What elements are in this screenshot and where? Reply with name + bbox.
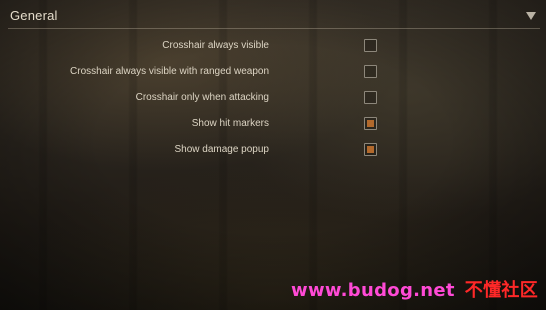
checkbox-crosshair-ranged-weapon[interactable] bbox=[364, 65, 377, 78]
checkbox-show-damage-popup[interactable] bbox=[364, 143, 377, 156]
checkbox-fill bbox=[367, 120, 374, 127]
option-row-crosshair-ranged-weapon: Crosshair always visible with ranged wea… bbox=[0, 62, 546, 84]
option-label: Show damage popup bbox=[174, 144, 269, 155]
option-label: Crosshair always visible with ranged wea… bbox=[70, 66, 269, 77]
option-row-show-hit-markers: Show hit markers bbox=[0, 114, 546, 136]
checkbox-crosshair-always-visible[interactable] bbox=[364, 39, 377, 52]
watermark-site-name: 不懂社区 bbox=[464, 280, 538, 301]
option-row-show-damage-popup: Show damage popup bbox=[0, 140, 546, 162]
section-title: General bbox=[10, 8, 58, 23]
section-header-general[interactable]: General bbox=[8, 4, 540, 29]
watermark: www.budog.net 不懂社区 bbox=[291, 276, 538, 302]
checkbox-fill bbox=[367, 146, 374, 153]
checkbox-show-hit-markers[interactable] bbox=[364, 117, 377, 130]
option-label: Crosshair only when attacking bbox=[135, 92, 269, 103]
chevron-down-icon[interactable] bbox=[526, 12, 536, 20]
option-label: Show hit markers bbox=[191, 118, 269, 129]
option-row-crosshair-always-visible: Crosshair always visible bbox=[0, 36, 546, 58]
checkbox-crosshair-only-attacking[interactable] bbox=[364, 91, 377, 104]
option-row-crosshair-only-attacking: Crosshair only when attacking bbox=[0, 88, 546, 110]
watermark-url: www.budog.net bbox=[291, 280, 455, 301]
option-label: Crosshair always visible bbox=[162, 40, 269, 51]
